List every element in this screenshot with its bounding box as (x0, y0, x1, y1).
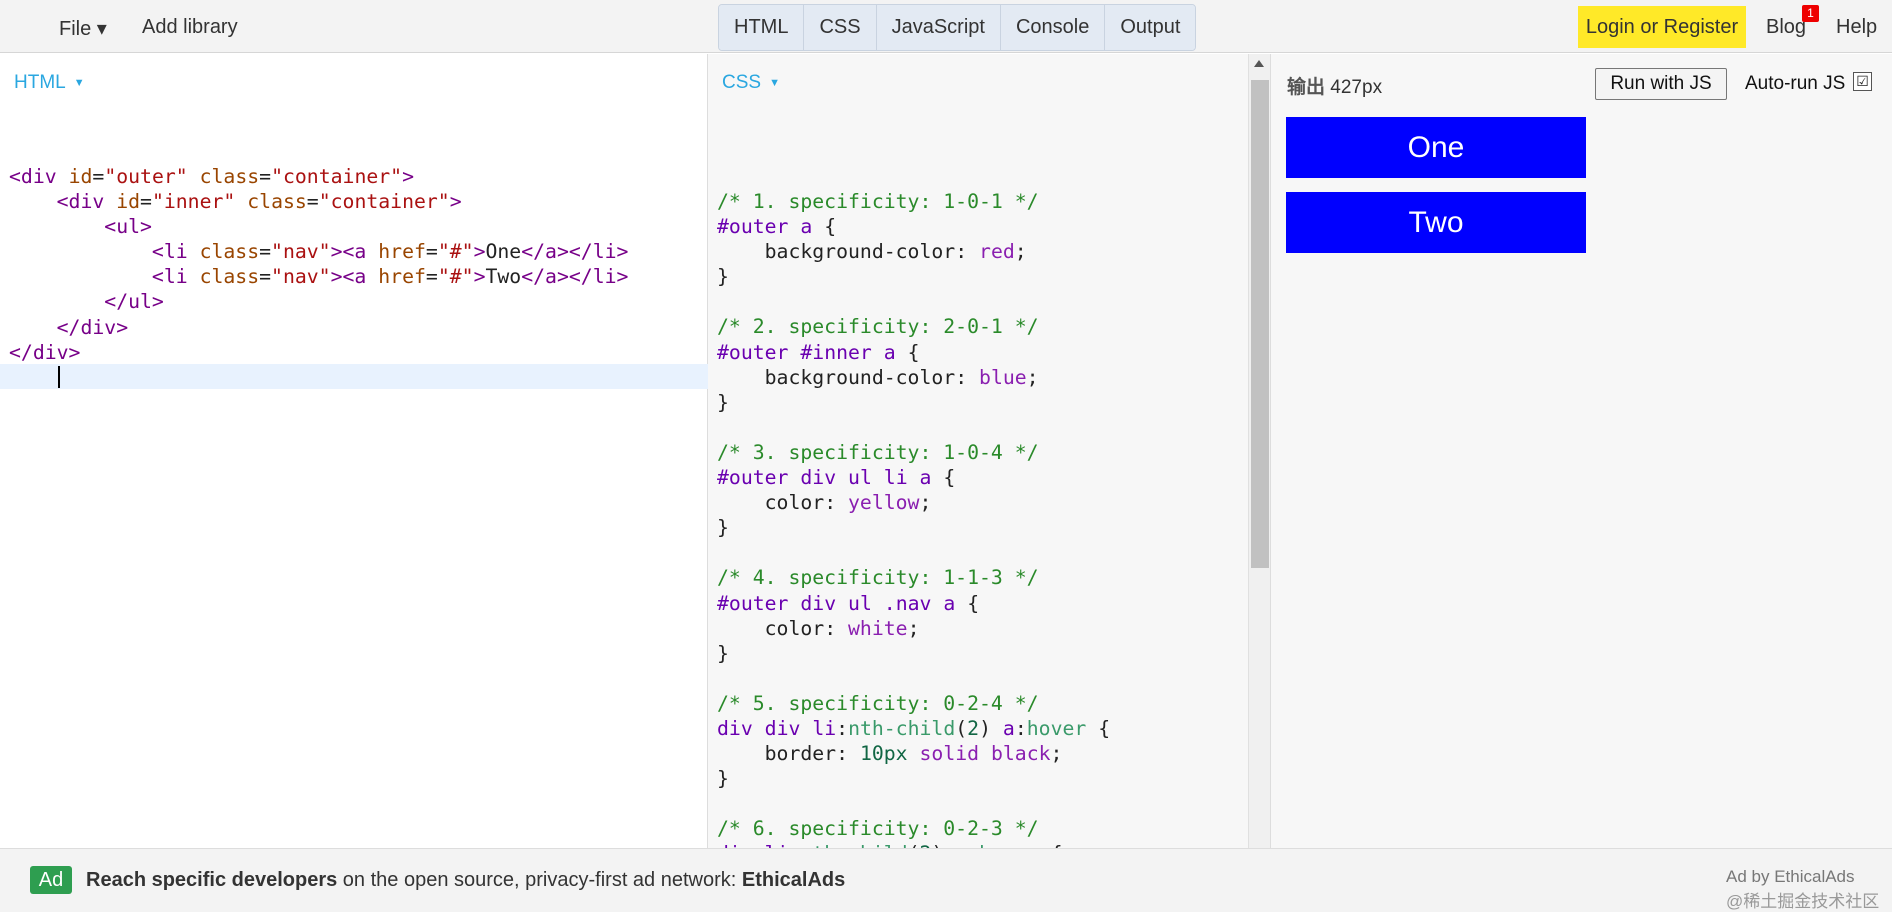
scroll-thumb[interactable] (1251, 80, 1269, 568)
caret-down-icon: ▼ (73, 77, 85, 89)
ad-attribution[interactable]: Ad by EthicalAds (1726, 867, 1855, 887)
active-line-highlight (0, 364, 708, 389)
html-editor-pane: HTML ▼ <div id="outer" class="container">… (0, 54, 708, 848)
css-editor-pane: CSS ▼ /* 1. specificity: 1-0-1 */ #outer … (708, 54, 1248, 848)
blog-link[interactable]: Blog (1766, 16, 1806, 39)
autorun-label: Auto-run JS (1745, 73, 1846, 94)
output-pane: 输出 427px Run with JS Auto-run JS ☑ One T… (1270, 54, 1892, 848)
output-label: 输出 427px (1287, 72, 1382, 99)
html-code-editor[interactable]: <div id="outer" class="container"> <div … (9, 164, 628, 365)
css-code-editor[interactable]: /* 1. specificity: 1-0-1 */ #outer a { b… (717, 189, 1110, 848)
panel-tabs: HTML CSS JavaScript Console Output (718, 4, 1197, 51)
html-pane-label: HTML (14, 72, 66, 93)
css-pane-label: CSS (722, 72, 762, 93)
add-library-button[interactable]: Add library (142, 16, 238, 39)
file-menu[interactable]: File ▾ (59, 16, 107, 41)
caret-down-icon: ▼ (769, 77, 780, 89)
tab-css[interactable]: CSS (804, 5, 877, 50)
tab-html[interactable]: HTML (719, 5, 805, 50)
output-label-prefix: 输出 (1287, 77, 1326, 98)
ad-brand: EthicalAds (741, 869, 846, 891)
html-pane-selector[interactable]: HTML ▼ (14, 72, 85, 94)
ad-text[interactable]: Reach specific developers on the open so… (86, 869, 845, 892)
run-with-js-button[interactable]: Run with JS (1595, 68, 1727, 100)
help-link[interactable]: Help (1836, 16, 1877, 39)
ad-badge: Ad (30, 866, 72, 894)
top-toolbar: File ▾ Add library HTML CSS JavaScript C… (0, 0, 1892, 53)
tab-javascript[interactable]: JavaScript (876, 5, 1001, 50)
ad-text-bold: Reach specific developers (86, 869, 338, 891)
output-link-one[interactable]: One (1286, 117, 1586, 178)
output-link-two[interactable]: Two (1286, 192, 1586, 253)
tab-output[interactable]: Output (1105, 5, 1196, 50)
css-scrollbar[interactable] (1248, 54, 1270, 848)
output-width: 427px (1330, 77, 1383, 98)
scroll-up-arrow-icon[interactable] (1254, 60, 1264, 67)
login-register-button[interactable]: Login or Register (1578, 6, 1746, 48)
ad-bar: Ad Reach specific developers on the open… (0, 848, 1892, 912)
notification-badge: 1 (1802, 5, 1819, 22)
text-cursor (58, 366, 60, 388)
css-pane-selector[interactable]: CSS ▼ (722, 72, 780, 94)
ad-text-middle: on the open source, privacy-first ad net… (337, 869, 742, 891)
tab-console[interactable]: Console (1000, 5, 1106, 50)
watermark: @稀土掘金技术社区 (1726, 892, 1880, 911)
autorun-checkbox[interactable]: ☑ (1853, 72, 1872, 91)
